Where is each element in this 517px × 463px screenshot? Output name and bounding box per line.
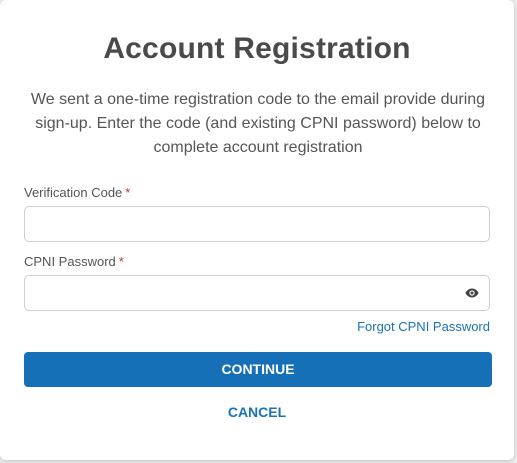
verification-code-field[interactable] [24,206,490,242]
cpni-password-field[interactable] [24,275,490,311]
cpni-password-input[interactable] [25,276,465,310]
continue-button[interactable]: CONTINUE [24,352,492,387]
verification-code-input[interactable] [25,207,465,241]
dialog-description: We sent a one-time registration code to … [30,91,486,156]
required-marker: * [125,185,131,200]
registration-dialog: Account Registration We sent a one-time … [0,0,514,460]
eye-icon[interactable] [465,287,479,299]
cpni-password-label-text: CPNI Password [24,254,116,269]
cancel-button[interactable]: CANCEL [0,404,514,420]
verification-code-label: Verification Code * [24,185,130,200]
required-marker: * [118,254,124,269]
cpni-password-label: CPNI Password * [24,254,124,269]
dialog-title: Account Registration [103,32,411,65]
forgot-password-link[interactable]: Forgot CPNI Password [357,319,490,334]
verification-code-label-text: Verification Code [24,185,123,200]
